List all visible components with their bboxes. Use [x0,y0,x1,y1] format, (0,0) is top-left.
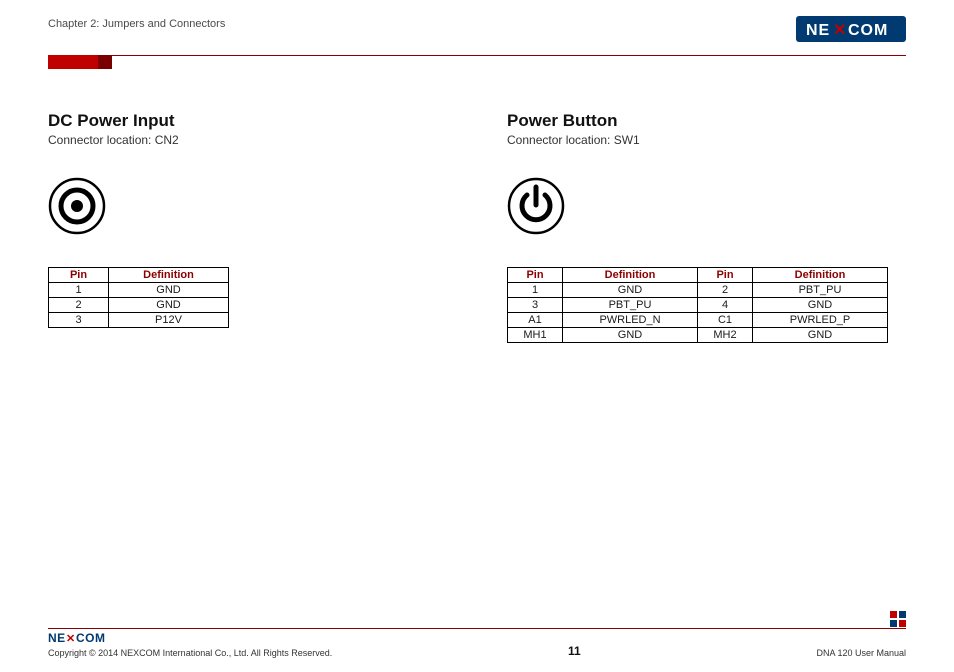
svg-text:✕: ✕ [833,22,846,39]
page-number: 11 [568,644,581,658]
section-subtitle-left: Connector location: CN2 [48,133,447,147]
doc-title-footer: DNA 120 User Manual [816,648,906,658]
breadcrumb: Chapter 2: Jumpers and Connectors [48,18,225,30]
nexcom-logo-footer: NE ✕ COM [48,631,332,647]
header-divider [48,55,906,56]
table-row: A1 PWRLED_N C1 PWRLED_P [508,313,888,328]
section-subtitle-right: Connector location: SW1 [507,133,906,147]
table-header: Definition [753,268,888,283]
pin-table-left: Pin Definition 1 GND 2 GND 3 P12V [48,267,229,328]
table-row: 1 GND 2 PBT_PU [508,283,888,298]
section-title-right: Power Button [507,111,906,131]
dc-jack-icon [48,177,447,267]
svg-text:COM: COM [848,22,888,39]
table-header: Definition [563,268,698,283]
section-title-left: DC Power Input [48,111,447,131]
power-icon [507,177,906,267]
table-header: Definition [109,268,229,283]
svg-text:COM: COM [76,631,106,645]
table-header: Pin [698,268,753,283]
table-row: MH1 GND MH2 GND [508,328,888,343]
table-header: Pin [49,268,109,283]
table-row: 2 GND [49,298,229,313]
svg-text:NE: NE [48,631,66,645]
svg-text:NE: NE [806,22,830,39]
table-row: 1 GND [49,283,229,298]
nexcom-logo-top: NE ✕ COM [796,16,906,45]
section-dc-power-input: DC Power Input Connector location: CN2 P… [48,111,447,343]
pin-table-right: Pin Definition Pin Definition 1 GND 2 PB… [507,267,888,343]
table-header: Pin [508,268,563,283]
copyright-text: Copyright © 2014 NEXCOM International Co… [48,648,332,658]
table-row: 3 PBT_PU 4 GND [508,298,888,313]
header-tab-accent [48,55,98,69]
section-power-button: Power Button Connector location: SW1 Pin… [507,111,906,343]
svg-text:✕: ✕ [66,633,75,645]
footer-divider [48,628,906,629]
table-row: 3 P12V [49,313,229,328]
